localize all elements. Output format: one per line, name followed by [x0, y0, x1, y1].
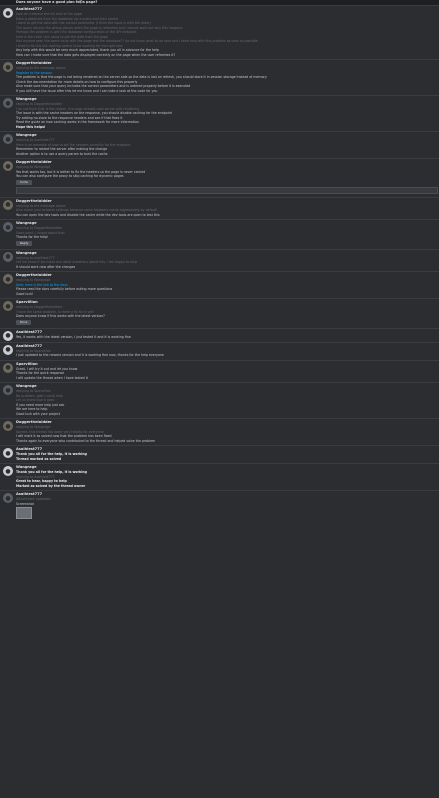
message: ● Wangrage replying to Doggertheloldder I d…: [0, 95, 439, 131]
avatar-icon: ●: [5, 422, 11, 430]
message: ● Doggertheloldder replying to the message…: [0, 59, 439, 95]
avatar-icon: ●: [5, 467, 11, 475]
message-text: Let us know how it goes: [16, 398, 55, 402]
avatar-icon: ●: [5, 364, 11, 371]
avatar-icon: ●: [5, 9, 11, 17]
code-block: [16, 186, 438, 194]
message-text: Let me know if you have any other questi…: [16, 260, 138, 264]
message: ● Wangrage Thank you all for the help, it …: [0, 463, 439, 490]
message: ● Asaihlest777 Yes, it works with the late…: [0, 327, 439, 342]
user-avatar[interactable]: ●: [3, 466, 13, 476]
message-text: replying to Wangrage: [16, 165, 51, 169]
message-button[interactable]: Code: [16, 179, 32, 185]
avatar-icon: ●: [5, 63, 11, 71]
image-attachment[interactable]: [16, 507, 32, 519]
user-avatar[interactable]: ●: [3, 344, 13, 355]
message: ● Doggertheloldder replying to Wangrage Sur…: [0, 271, 439, 298]
avatar-icon: ●: [5, 201, 11, 208]
user-avatar[interactable]: ●: [3, 8, 13, 18]
user-avatar[interactable]: ●: [3, 362, 13, 373]
message-text: Marked as solved by the thread owner: [16, 483, 86, 488]
message-text: replying to Sparvillion: [16, 348, 51, 353]
message: ● Asaihlest777 Attachment uploaded Screensh…: [0, 490, 439, 522]
message: ● Doggertheloldder replying to Wangrage Yes…: [0, 158, 439, 197]
user-avatar[interactable]: ●: [3, 385, 13, 395]
avatar-icon: ●: [5, 99, 11, 107]
link-text[interactable]: Register to the session: [16, 71, 52, 75]
message-text: I have the same problem, is there a fix …: [16, 309, 95, 314]
message-text: replying to Asaihlest777: [16, 474, 55, 479]
user-avatar[interactable]: ●: [3, 421, 13, 431]
user-avatar[interactable]: ●: [3, 98, 13, 108]
avatar-icon: ●: [5, 494, 11, 502]
avatar-icon: ●: [5, 253, 11, 260]
message-text: Good luck with your project: [16, 411, 60, 416]
avatar-icon: ●: [5, 135, 11, 143]
message: ● Doggertheloldder replying to the message…: [0, 196, 439, 220]
message: ● Sparvillion Great, I will try it out and…: [0, 359, 439, 383]
message-button[interactable]: Reply: [16, 240, 33, 246]
message-button[interactable]: Docs: [16, 319, 32, 325]
message: ● Wangrage replying to Asaihlest777 Here is…: [0, 131, 439, 158]
message-text: Another option is to use a query param t…: [16, 151, 108, 156]
message: ● Sparvillion replying to Doggertheloldder…: [0, 298, 439, 328]
message-text: You can also configure the proxy to skip…: [16, 174, 124, 178]
user-avatar[interactable]: ●: [3, 134, 13, 144]
user-avatar[interactable]: ●: [3, 199, 13, 210]
message-text: Thanks again to everyone who contributed…: [16, 438, 156, 443]
avatar-icon: ●: [5, 449, 11, 457]
message-text: Yes, it works with the latest version, I…: [16, 334, 131, 339]
message-text: Attachment uploaded: [16, 497, 51, 501]
link-text[interactable]: Sure, here is the link to the docs: [16, 283, 68, 287]
message: ● Asaihlest777 replying to Sparvillion I ju…: [0, 341, 439, 360]
avatar-icon: ●: [5, 223, 11, 231]
message-text: You can open the dev tools and disable t…: [16, 212, 160, 217]
message: ● Wangrage replying to Asaihlest777 Let me …: [0, 248, 439, 272]
message-text: Hope this helps!: [16, 124, 46, 129]
thread-title-emoji: 😊: [79, 0, 83, 4]
user-avatar[interactable]: ●: [3, 222, 13, 232]
message-text: Good point, I forgot about that: [16, 230, 65, 235]
message-text: Does anyone know if this works with the …: [16, 314, 105, 318]
message-text: Here is an example of how to set the hea…: [16, 142, 131, 147]
avatar-icon: ●: [5, 386, 11, 394]
message-text: replying to the message above: [16, 66, 66, 70]
message: ● Doggertheloldder replying to Wangrage Agr…: [0, 418, 439, 445]
message-text: I do not think that is the reason, the p…: [16, 106, 139, 111]
message-text: I tried to fix this but nothing seems to…: [16, 43, 123, 48]
user-avatar[interactable]: ●: [3, 330, 13, 341]
message-text: Agreed, this thread has been very helpfu…: [16, 429, 104, 434]
user-avatar[interactable]: ●: [3, 493, 13, 503]
user-avatar[interactable]: ●: [3, 274, 13, 284]
avatar-icon: ●: [5, 302, 11, 310]
message-text: It should work now after the changes: [16, 264, 76, 269]
message-text: Screenshot: [16, 501, 34, 506]
user-avatar[interactable]: ●: [3, 448, 13, 458]
message-text: Also check your browser settings because…: [16, 208, 157, 212]
user-avatar[interactable]: ●: [3, 301, 13, 311]
message-text: How can I make sure that the data gets d…: [16, 52, 176, 57]
avatar-icon: ●: [5, 346, 11, 353]
message-text: replying to Wangrage: [16, 278, 51, 282]
avatar-icon: ●: [5, 162, 11, 170]
avatar-icon: ●: [5, 275, 11, 283]
message-text: Thanks for the help!: [16, 235, 49, 239]
message-text: Thread marked as solved: [16, 456, 62, 461]
user-avatar[interactable]: ●: [3, 161, 13, 171]
message: ● Asaihlest777 how do I retrieve the full …: [0, 6, 439, 59]
thread-title: Does anyone have a good plan for a page?: [16, 0, 98, 4]
message-text: If you still have the issue after this l…: [16, 88, 158, 93]
message: ● Wangrage replying to Sparvillion No probl…: [0, 382, 439, 418]
message: ● Asaihlest777 Thank you all for the help,…: [0, 445, 439, 463]
user-avatar[interactable]: ●: [3, 62, 13, 72]
user-avatar[interactable]: ●: [3, 251, 13, 262]
message-text: I just updated to the newest version and…: [16, 353, 164, 357]
message: ● Wangrage replying to Doggertheloldder Goo…: [0, 219, 439, 249]
message-feed: ● Asaihlest777 how do I retrieve the full …: [0, 6, 439, 522]
avatar-icon: ●: [5, 332, 11, 339]
message-text: Good luck!: [16, 291, 34, 296]
message-text: I will update the thread when I have tes…: [16, 375, 88, 380]
